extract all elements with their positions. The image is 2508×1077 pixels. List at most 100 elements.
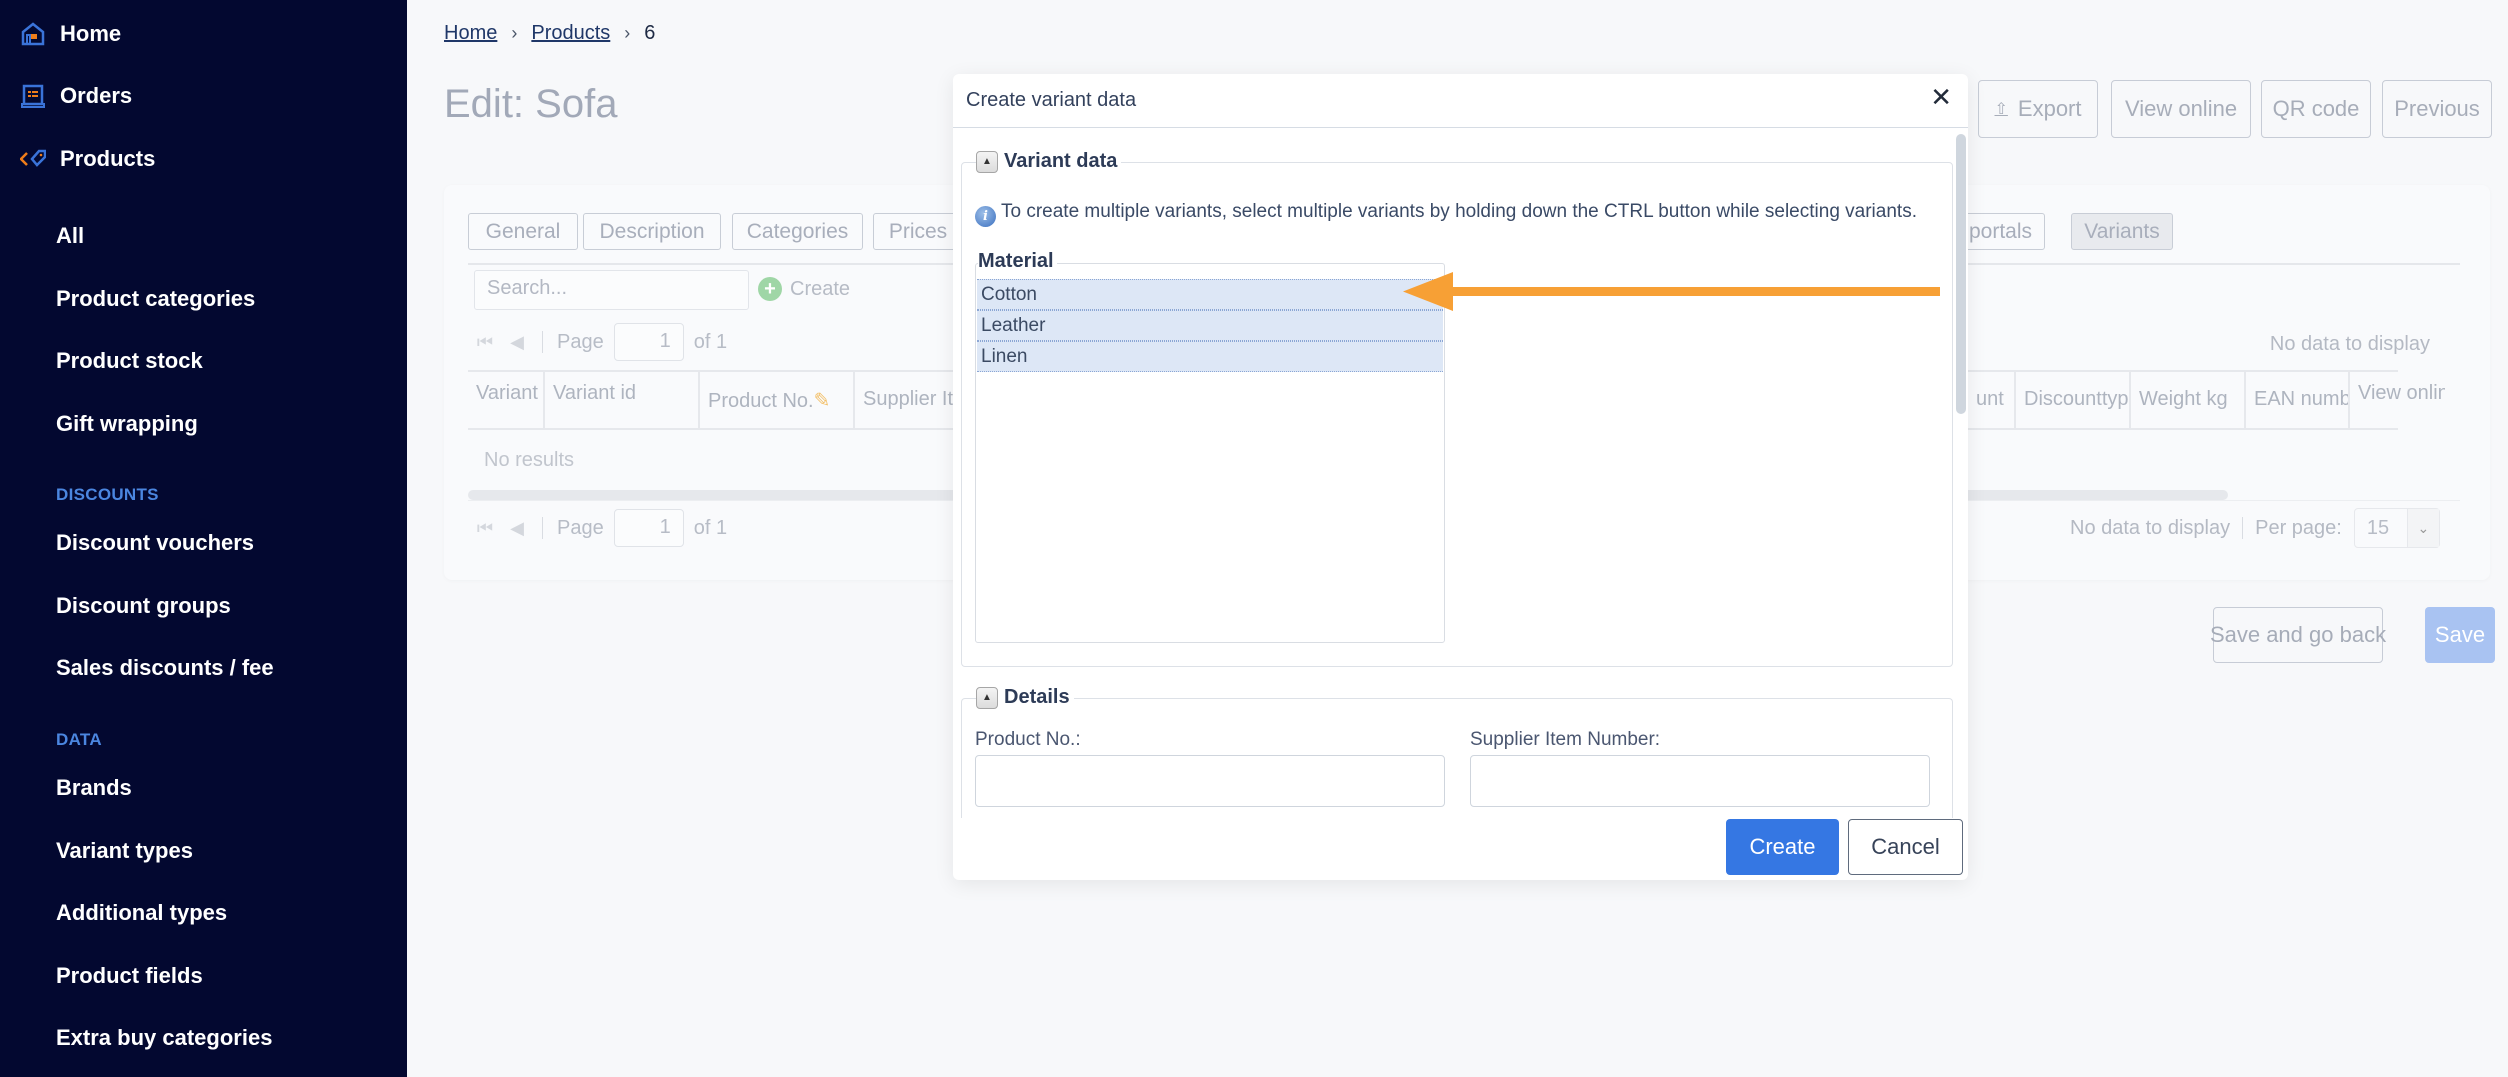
sidebar-item-extra-buy-categories[interactable]: Extra buy categories: [56, 1025, 272, 1051]
page-label: Page: [557, 330, 604, 353]
per-page-label: Per page:: [2255, 516, 2342, 539]
variant-data-title: Variant data: [1004, 150, 1118, 172]
details-fieldset: ▲ Details Product No.: Supplier Item Num…: [961, 686, 1953, 818]
column-discounttype[interactable]: Discounttype: [2016, 372, 2131, 428]
material-options: Cotton Leather Linen: [977, 279, 1443, 372]
first-page-icon[interactable]: ⏮: [474, 517, 496, 539]
details-title: Details: [1004, 686, 1070, 708]
page-total: of 1: [693, 516, 728, 539]
view-online-button[interactable]: View online: [2111, 80, 2251, 138]
variant-data-fieldset: ▲ Variant data i To create multiple varia…: [961, 150, 1953, 667]
material-option-leather[interactable]: Leather: [977, 310, 1443, 341]
home-icon: [20, 21, 46, 47]
per-page-value: 15: [2366, 516, 2390, 539]
tab-general[interactable]: General: [468, 213, 578, 250]
sidebar-item-products[interactable]: Products: [19, 146, 156, 172]
column-view-online[interactable]: View onlin: [2350, 372, 2445, 428]
column-ean[interactable]: EAN numbe: [2246, 372, 2350, 428]
column-discount[interactable]: unt: [1968, 372, 2016, 428]
sidebar-item-product-fields[interactable]: Product fields: [56, 963, 203, 989]
save-and-go-back-button[interactable]: Save and go back: [2210, 607, 2386, 663]
sidebar-item-sales-discounts[interactable]: Sales discounts / fee: [56, 655, 274, 681]
sidebar-item-discount-vouchers[interactable]: Discount vouchers: [56, 530, 254, 556]
cancel-button[interactable]: Cancel: [1848, 819, 1963, 875]
material-label: Material: [978, 250, 1057, 273]
tag-icon: [19, 146, 47, 172]
breadcrumb-home[interactable]: Home: [444, 22, 497, 45]
material-option-linen[interactable]: Linen: [977, 341, 1443, 372]
page-total: of 1: [693, 330, 728, 353]
variant-data-legend: ▲ Variant data: [976, 150, 1122, 173]
sidebar-item-product-stock[interactable]: Product stock: [56, 348, 203, 374]
search-input[interactable]: Search...: [474, 270, 749, 310]
sidebar-item-gift-wrapping[interactable]: Gift wrapping: [56, 411, 198, 437]
sidebar-item-additional-types[interactable]: Additional types: [56, 900, 227, 926]
sidebar-item-home[interactable]: Home: [20, 21, 121, 47]
pager-top: ⏮ ◀ Page 1 of 1: [474, 322, 727, 362]
sidebar-section-data: DATA: [56, 730, 102, 749]
annotation-arrow: [1403, 272, 1940, 311]
pager-bottom: ⏮ ◀ Page 1 of 1: [474, 508, 727, 548]
info-text: To create multiple variants, select mult…: [1001, 201, 1917, 222]
create-variant-modal: Create variant data ✕ ▲ Variant data i To…: [953, 74, 1968, 880]
tab-categories[interactable]: Categories: [732, 213, 863, 250]
first-page-icon[interactable]: ⏮: [474, 331, 496, 353]
per-page-select[interactable]: 15 ⌄: [2353, 508, 2440, 548]
details-legend: ▲ Details: [976, 686, 1074, 709]
modal-title: Create variant data: [966, 89, 1137, 111]
chevron-down-icon[interactable]: ⌄: [2406, 509, 2439, 547]
create-label: Create: [790, 277, 851, 300]
export-button[interactable]: ⇧ Export: [1978, 80, 2098, 138]
tab-prices[interactable]: Prices: [873, 213, 963, 250]
prev-page-icon[interactable]: ◀: [506, 331, 528, 353]
sidebar-item-label: Orders: [60, 83, 133, 108]
breadcrumb-products[interactable]: Products: [531, 22, 610, 45]
column-product-no-label: Product No.: [708, 390, 814, 412]
column-weight[interactable]: Weight kg: [2131, 372, 2246, 428]
sidebar-item-label: Home: [60, 21, 122, 46]
sidebar-item-product-categories[interactable]: Product categories: [56, 286, 255, 312]
sidebar-item-orders[interactable]: Orders: [20, 83, 132, 109]
previous-button[interactable]: Previous: [2382, 80, 2492, 138]
column-variant-id[interactable]: Variant id: [545, 372, 700, 428]
collapse-icon[interactable]: ▲: [976, 150, 998, 173]
breadcrumb-current: 6: [644, 22, 656, 44]
info-icon: i: [975, 206, 996, 227]
prev-page-icon[interactable]: ◀: [506, 517, 528, 539]
supplier-item-number-input[interactable]: [1470, 755, 1930, 807]
material-option-cotton[interactable]: Cotton: [977, 279, 1443, 310]
tab-description[interactable]: Description: [583, 213, 721, 250]
collapse-icon[interactable]: ▲: [976, 686, 998, 709]
pencil-icon: ✎: [813, 390, 831, 412]
modal-scrollbar[interactable]: [1956, 134, 1966, 414]
create-variant-link[interactable]: + Create: [758, 277, 850, 301]
sidebar-item-variant-types[interactable]: Variant types: [56, 838, 193, 864]
no-data-label: No data to display: [2269, 333, 2430, 355]
sidebar-item-discount-groups[interactable]: Discount groups: [56, 593, 231, 619]
chevron-right-icon: ›: [624, 23, 631, 43]
column-product-no[interactable]: Product No.✎: [700, 372, 855, 428]
product-no-label: Product No.:: [975, 729, 1081, 750]
arrowhead-icon: [1403, 272, 1453, 311]
chevron-right-icon: ›: [511, 23, 518, 43]
qr-code-button[interactable]: QR code: [2261, 80, 2371, 138]
product-no-input[interactable]: [975, 755, 1445, 807]
breadcrumb: Home › Products › 6: [444, 22, 655, 45]
pager-divider: [542, 517, 543, 539]
sidebar-item-all[interactable]: All: [56, 223, 84, 249]
supplier-item-number-label: Supplier Item Number:: [1470, 729, 1661, 750]
arrow-shaft: [1453, 287, 1940, 296]
sidebar-item-brands[interactable]: Brands: [56, 775, 132, 801]
material-listbox[interactable]: Material Cotton Leather Linen: [975, 250, 1445, 643]
export-label: Export: [2017, 96, 2082, 121]
page-number-input[interactable]: 1: [613, 509, 684, 547]
close-icon[interactable]: ✕: [1930, 84, 1952, 110]
column-variant[interactable]: Variant: [468, 372, 545, 428]
save-button[interactable]: Save: [2425, 607, 2495, 663]
tab-variants[interactable]: Variants: [2071, 213, 2173, 250]
sidebar-item-label: Products: [60, 146, 156, 171]
page-number-input[interactable]: 1: [613, 323, 684, 361]
create-button[interactable]: Create: [1726, 819, 1839, 875]
upload-icon: ⇧: [1994, 101, 2008, 118]
page-label: Page: [557, 516, 604, 539]
